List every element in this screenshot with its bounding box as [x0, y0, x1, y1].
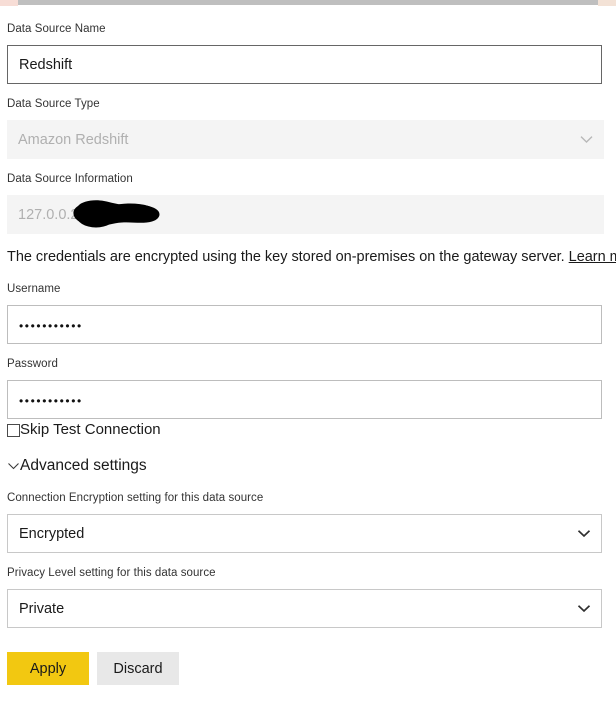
data-source-type-label: Data Source Type: [7, 98, 100, 110]
credentials-notice-text: The credentials are encrypted using the …: [7, 249, 565, 265]
data-source-name-label: Data Source Name: [7, 23, 106, 35]
skip-test-connection-checkbox[interactable]: [7, 423, 20, 437]
apply-button[interactable]: Apply: [7, 652, 89, 685]
form-actions: Apply Discard: [7, 652, 609, 685]
advanced-settings-toggle[interactable]: Advanced settings: [7, 457, 609, 474]
data-source-settings-form: Data Source Name Redshift Data Source Ty…: [0, 8, 616, 685]
chevron-down-icon: [580, 132, 593, 148]
data-source-information-label: Data Source Information: [7, 173, 133, 185]
username-label: Username: [7, 283, 61, 295]
skip-test-connection-label: Skip Test Connection: [20, 421, 161, 438]
password-label: Password: [7, 358, 58, 370]
learn-more-link[interactable]: Learn more: [569, 249, 616, 265]
privacy-level-label: Privacy Level setting for this data sour…: [7, 567, 216, 579]
connection-encryption-label: Connection Encryption setting for this d…: [7, 492, 264, 504]
top-strip-left-edge: [0, 0, 18, 6]
username-input[interactable]: •••••••••••: [7, 305, 602, 344]
privacy-level-value: Private: [19, 600, 65, 617]
connection-encryption-select[interactable]: Encrypted: [7, 514, 602, 553]
connection-encryption-value: Encrypted: [19, 525, 85, 542]
data-source-information-field: 127.0.0.2: [7, 195, 604, 234]
username-value: •••••••••••: [19, 318, 83, 333]
chevron-down-icon: [577, 526, 591, 542]
data-source-type-value: Amazon Redshift: [18, 131, 129, 148]
data-source-name-input[interactable]: Redshift: [7, 45, 602, 84]
password-value: •••••••••••: [19, 393, 83, 408]
top-strip-right-edge: [598, 0, 616, 6]
privacy-level-select[interactable]: Private: [7, 589, 602, 628]
discard-button[interactable]: Discard: [97, 652, 179, 685]
data-source-type-dropdown: Amazon Redshift: [7, 120, 604, 159]
chevron-down-icon: [7, 459, 20, 472]
password-input[interactable]: •••••••••••: [7, 380, 602, 419]
skip-test-connection-row[interactable]: Skip Test Connection: [7, 422, 609, 438]
top-strip-bar: [18, 0, 598, 5]
advanced-settings-label: Advanced settings: [20, 457, 147, 474]
chevron-down-icon: [577, 601, 591, 617]
data-source-name-value: Redshift: [19, 56, 73, 73]
top-cropped-strip: [0, 0, 616, 8]
credentials-encryption-notice: The credentials are encrypted using the …: [7, 249, 616, 265]
redaction-blob: [68, 196, 168, 233]
data-source-information-value: 127.0.0.2: [18, 206, 79, 223]
